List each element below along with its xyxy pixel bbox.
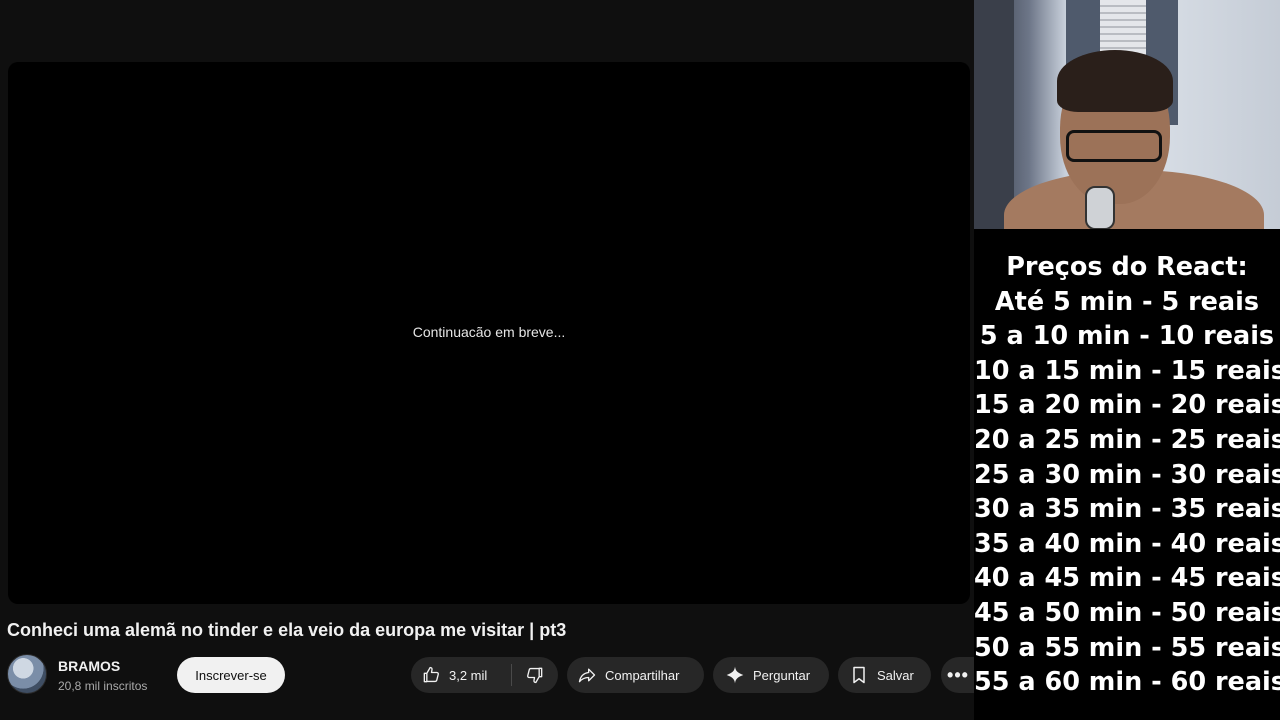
price-item: 40 a 45 min - 45 reais bbox=[974, 563, 1280, 594]
share-icon bbox=[578, 668, 596, 683]
price-item: 20 a 25 min - 25 reais bbox=[974, 424, 1280, 455]
dislike-button[interactable] bbox=[512, 657, 558, 693]
like-button[interactable]: 3,2 mil bbox=[411, 657, 511, 693]
like-count: 3,2 mil bbox=[449, 667, 488, 683]
price-item: 10 a 15 min - 15 reais bbox=[974, 355, 1280, 386]
bookmark-icon bbox=[853, 666, 865, 684]
price-list: Preços do React: Até 5 min - 5 reais 5 a… bbox=[974, 250, 1280, 700]
channel-avatar[interactable] bbox=[7, 654, 47, 694]
price-item: 15 a 20 min - 20 reais bbox=[974, 390, 1280, 421]
price-item: Até 5 min - 5 reais bbox=[994, 286, 1260, 317]
channel-name[interactable]: BRAMOS bbox=[58, 658, 120, 674]
price-item: 25 a 30 min - 30 reais bbox=[974, 459, 1280, 490]
subscribe-button[interactable]: Inscrever-se bbox=[177, 657, 285, 693]
thumbs-down-icon bbox=[527, 667, 543, 684]
webcam-person-hair bbox=[1057, 50, 1173, 112]
save-label: Salvar bbox=[877, 667, 914, 683]
more-icon: ••• bbox=[947, 664, 969, 685]
price-item: 35 a 40 min - 40 reais bbox=[974, 528, 1280, 559]
thumbs-up-icon bbox=[423, 666, 439, 683]
video-title: Conheci uma alemã no tinder e ela veio d… bbox=[7, 620, 567, 640]
webcam-microphone bbox=[1085, 186, 1115, 229]
share-button[interactable]: Compartilhar bbox=[567, 657, 704, 693]
like-dislike-group: 3,2 mil bbox=[411, 657, 558, 693]
price-item: 30 a 35 min - 35 reais bbox=[974, 494, 1280, 525]
streamer-overlay: Preços do React: Até 5 min - 5 reais 5 a… bbox=[974, 0, 1280, 720]
price-item: 45 a 50 min - 50 reais bbox=[974, 597, 1280, 628]
ask-label: Perguntar bbox=[753, 667, 811, 683]
webcam-person-glasses bbox=[1066, 130, 1162, 162]
price-list-title: Preços do React: bbox=[1006, 252, 1248, 282]
more-button[interactable]: ••• bbox=[941, 657, 975, 693]
price-item: 50 a 55 min - 55 reais bbox=[974, 632, 1280, 663]
sparkle-icon bbox=[726, 666, 744, 684]
subscriber-count: 20,8 mil inscritos bbox=[58, 679, 148, 693]
share-label: Compartilhar bbox=[605, 667, 680, 683]
price-item: 55 a 60 min - 60 reais bbox=[974, 667, 1280, 698]
ask-button[interactable]: Perguntar bbox=[713, 657, 829, 693]
channel-row: BRAMOS 20,8 mil inscritos Inscrever-se 3… bbox=[0, 652, 975, 696]
webcam-wall bbox=[974, 0, 1014, 229]
player-message: Continuacão em breve... bbox=[412, 324, 566, 340]
save-button[interactable]: Salvar bbox=[838, 657, 931, 693]
price-item: 5 a 10 min - 10 reais bbox=[979, 321, 1275, 352]
webcam-feed bbox=[974, 0, 1280, 229]
top-bar bbox=[0, 0, 974, 52]
video-player[interactable]: Continuacão em breve... bbox=[8, 62, 970, 604]
